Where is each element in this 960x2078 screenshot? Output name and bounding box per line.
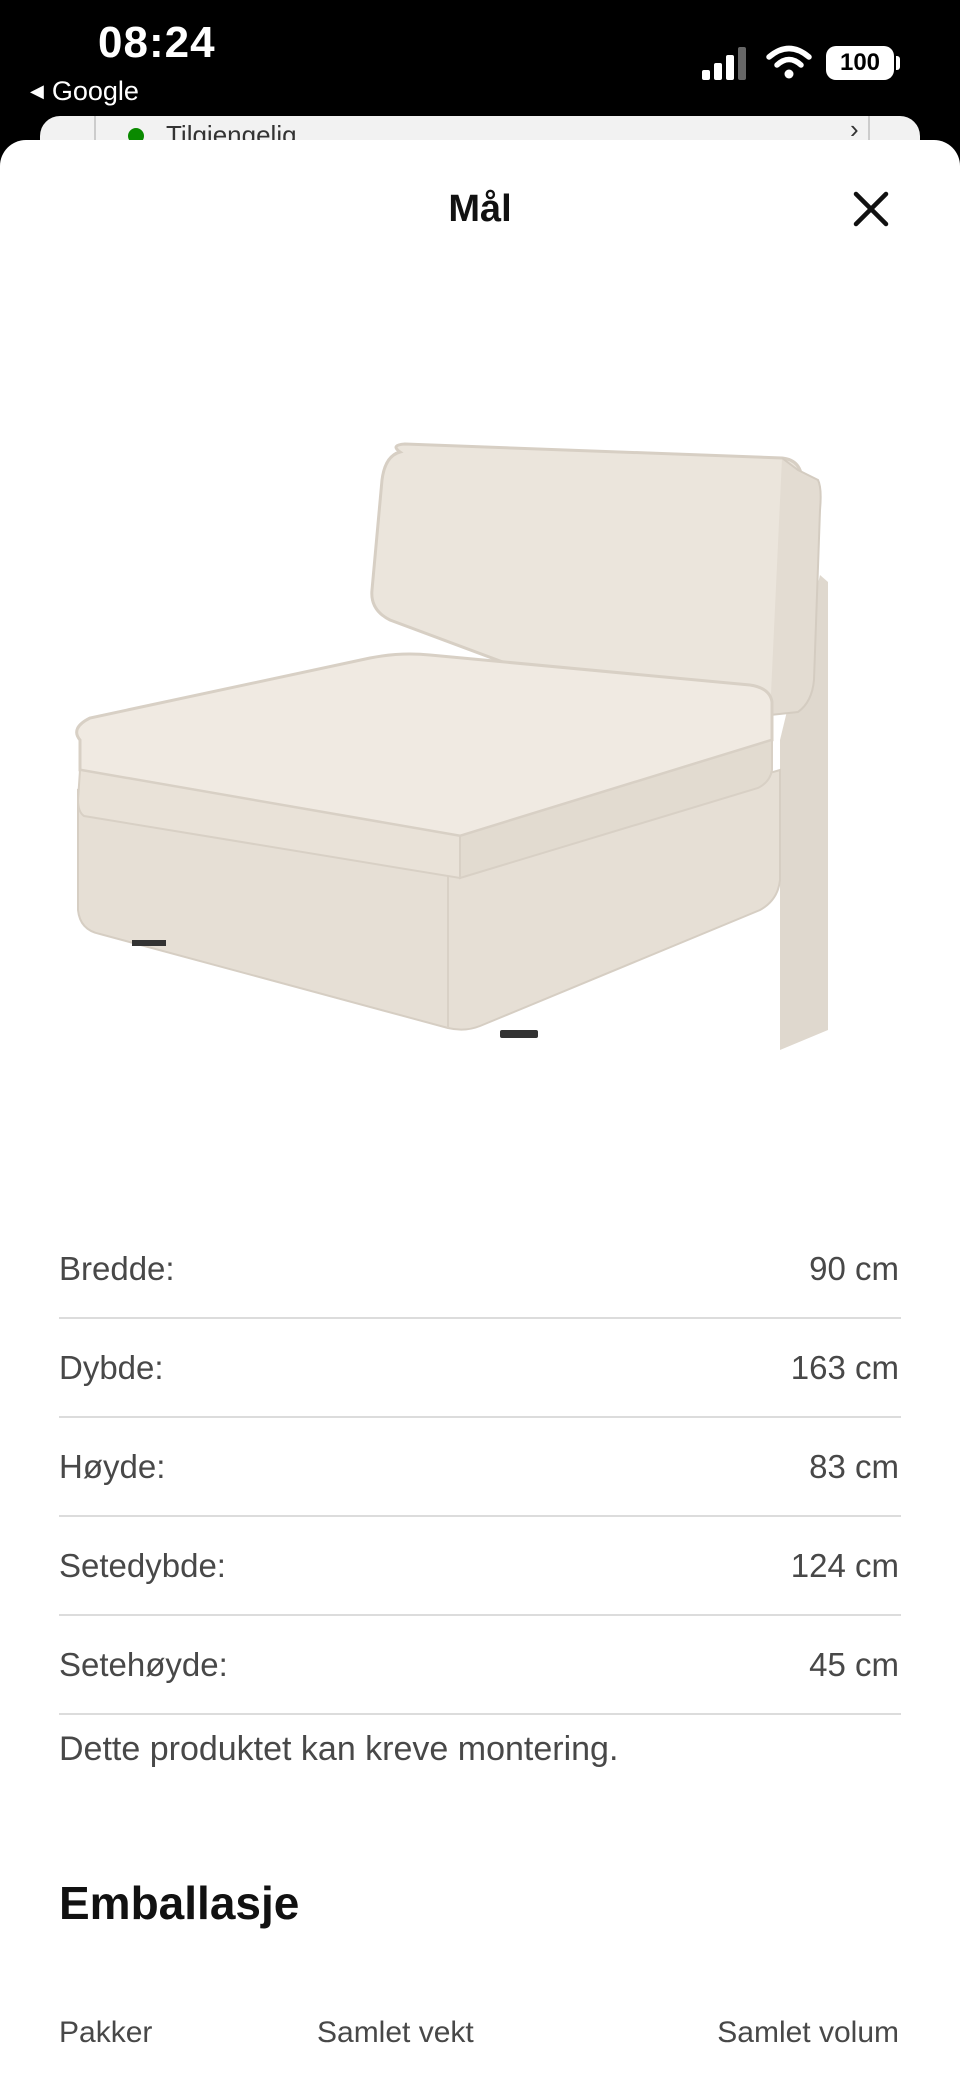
sheet-title: Mål	[448, 188, 512, 230]
packaging-column-weight: Samlet vekt	[317, 2016, 474, 2049]
dimension-label: Høyde:	[59, 1448, 166, 1485]
back-triangle-icon: ◀	[30, 81, 44, 101]
dimension-row: Dybde: 163 cm	[59, 1319, 901, 1418]
battery-icon: 100	[826, 46, 894, 80]
dimension-row: Setedybde: 124 cm	[59, 1517, 901, 1616]
dimension-row: Bredde: 90 cm	[59, 1220, 901, 1319]
dimension-value: 83 cm	[809, 1448, 899, 1485]
signal-icon	[702, 47, 746, 80]
dimensions-list: Bredde: 90 cm Dybde: 163 cm Høyde: 83 cm…	[59, 1220, 901, 1715]
dimension-label: Setedybde:	[59, 1547, 226, 1584]
dimension-value: 124 cm	[790, 1547, 899, 1584]
dimension-label: Dybde:	[59, 1349, 164, 1386]
dimension-value: 90 cm	[809, 1250, 899, 1287]
assembly-note: Dette produktet kan kreve montering.	[59, 1730, 619, 1768]
dimension-row: Setehøyde: 45 cm	[59, 1616, 901, 1715]
dimension-value: 163 cm	[790, 1349, 899, 1386]
dimension-label: Bredde:	[59, 1250, 175, 1287]
packaging-heading: Emballasje	[59, 1877, 300, 1929]
dimensions-sheet: Mål Bredde: 90 cm Dybde: 163 cm Høyde: 8…	[0, 140, 960, 2078]
dimension-row: Høyde: 83 cm	[59, 1418, 901, 1517]
dimension-label: Setehøyde:	[59, 1646, 228, 1683]
dimension-value: 45 cm	[809, 1646, 899, 1683]
back-app-label: Google	[51, 76, 139, 106]
battery-tip	[896, 56, 900, 70]
wifi-icon	[766, 45, 812, 79]
status-time: 08:24	[98, 18, 216, 67]
close-icon[interactable]	[846, 184, 896, 234]
product-image	[75, 442, 828, 1050]
chevron-icon: ›	[850, 114, 859, 144]
back-to-app-button[interactable]: ◀ Google	[30, 76, 139, 107]
packaging-column-packages: Pakker	[59, 2016, 153, 2049]
packaging-column-volume: Samlet volum	[717, 2016, 899, 2049]
